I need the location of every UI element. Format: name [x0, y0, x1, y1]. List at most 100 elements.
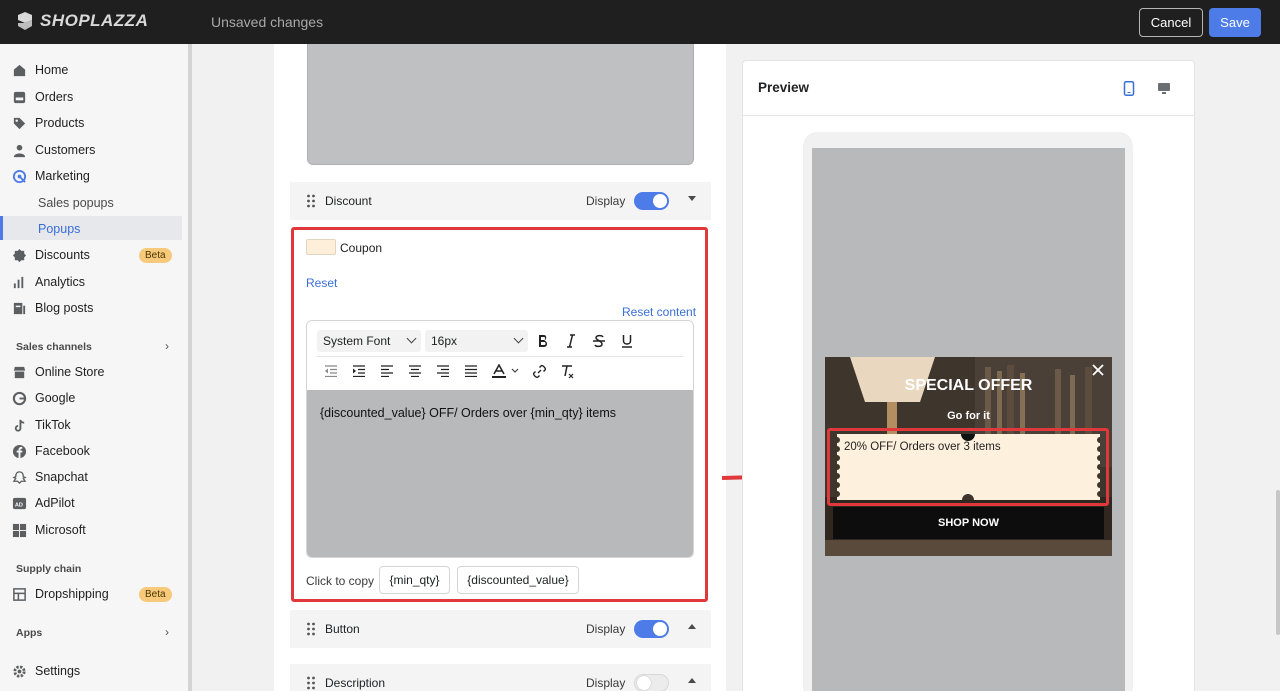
display-toggle[interactable] — [634, 620, 669, 638]
strikethrough-icon[interactable] — [590, 332, 608, 350]
button-section-header[interactable]: Button Display — [290, 610, 711, 648]
display-toggle[interactable] — [634, 192, 669, 210]
font-size-select[interactable]: 16px — [425, 330, 528, 352]
close-icon[interactable] — [1091, 363, 1105, 377]
sidebar-item-microsoft[interactable]: Microsoft — [12, 518, 86, 542]
reset-link[interactable]: Reset — [306, 276, 337, 290]
facebook-icon — [12, 444, 27, 458]
drag-handle-icon[interactable] — [306, 676, 316, 690]
adpilot-icon: AD — [12, 497, 27, 509]
discount-section-header[interactable]: Discount Display — [290, 182, 711, 220]
sidebar-subitem-popups[interactable]: Popups — [38, 222, 80, 236]
rte-toolbar: System Font 16px — [307, 321, 693, 390]
coupon-label: Coupon — [340, 241, 383, 255]
display-label: Display — [586, 676, 626, 690]
sidebar-subitem-sales-popups[interactable]: Sales popups — [38, 196, 114, 210]
sidebar-item-customers[interactable]: Customers — [12, 138, 95, 162]
sidebar-item-dropshipping[interactable]: Dropshipping — [12, 582, 109, 606]
align-justify-icon[interactable] — [462, 362, 480, 380]
sidebar-item-orders[interactable]: Orders — [12, 85, 73, 109]
font-family-value: System Font — [323, 334, 391, 348]
rte-content-area[interactable]: {discounted_value} OFF/ Orders over {min… — [307, 390, 693, 557]
toolbar-divider — [317, 356, 683, 357]
link-icon[interactable] — [530, 362, 548, 380]
save-button[interactable]: Save — [1209, 8, 1261, 37]
bold-icon[interactable] — [534, 332, 552, 350]
text-color-icon[interactable] — [490, 362, 508, 380]
sidebar-item-online-store[interactable]: Online Store — [12, 360, 104, 384]
drag-handle-icon[interactable] — [306, 194, 316, 208]
sidebar-item-blog-posts[interactable]: Blog posts — [12, 296, 93, 320]
sidebar-item-label: AdPilot — [35, 496, 75, 510]
page-scrollbar[interactable] — [1276, 490, 1280, 635]
clear-format-icon[interactable] — [558, 362, 576, 380]
copy-chip-min-qty[interactable]: {min_qty} — [379, 566, 450, 594]
sidebar-item-label: Customers — [35, 143, 96, 157]
sidebar-item-google[interactable]: Google — [12, 386, 75, 410]
sidebar-item-label: Orders — [35, 90, 74, 104]
brand-logo: SHOPLAZZA — [16, 11, 148, 31]
image-placeholder[interactable] — [307, 44, 694, 165]
sidebar-item-products[interactable]: Products — [12, 111, 84, 135]
display-label: Display — [586, 194, 626, 208]
analytics-icon — [13, 276, 24, 288]
mobile-view-icon[interactable] — [1123, 81, 1135, 96]
indent-icon[interactable] — [350, 362, 368, 380]
chevron-right-icon[interactable]: › — [165, 625, 169, 639]
sidebar-item-facebook[interactable]: Facebook — [12, 439, 90, 463]
preview-title: Preview — [758, 80, 810, 95]
sidebar-item-analytics[interactable]: Analytics — [12, 270, 85, 294]
sidebar-item-label: Facebook — [35, 444, 90, 458]
svg-text:AD: AD — [15, 502, 23, 508]
popup-highlight-frame — [827, 428, 1109, 506]
align-right-icon[interactable] — [434, 362, 452, 380]
shop-now-button[interactable]: SHOP NOW — [833, 507, 1104, 539]
italic-icon[interactable] — [562, 332, 580, 350]
unsaved-status: Unsaved changes — [211, 14, 324, 30]
section-title: Description — [325, 676, 386, 690]
toggle-knob — [637, 676, 651, 690]
sidebar-item-home[interactable]: Home — [12, 58, 68, 82]
caret-up-icon[interactable] — [688, 624, 696, 629]
sidebar-active-indicator — [0, 216, 182, 240]
drag-handle-icon[interactable] — [306, 622, 316, 636]
rich-text-editor: System Font 16px {discounted_value} OFF/… — [306, 320, 694, 558]
sidebar-item-settings[interactable]: Settings — [12, 659, 80, 683]
reset-content-link[interactable]: Reset content — [622, 305, 696, 319]
caret-down-icon[interactable] — [688, 196, 696, 201]
sidebar-item-label: TikTok — [35, 418, 71, 432]
coupon-color-swatch[interactable] — [306, 239, 336, 255]
toggle-knob — [653, 622, 667, 636]
underline-icon[interactable] — [618, 332, 636, 350]
cancel-button[interactable]: Cancel — [1139, 8, 1203, 37]
snapchat-icon — [12, 470, 27, 484]
logo-mark-icon — [18, 12, 32, 30]
chevron-right-icon[interactable]: › — [165, 339, 169, 353]
person-icon — [13, 144, 26, 157]
discount-template-text: {discounted_value} OFF/ Orders over {min… — [320, 406, 616, 420]
sidebar-item-label: Marketing — [35, 169, 90, 183]
sidebar-item-label: Products — [35, 116, 85, 130]
display-toggle[interactable] — [634, 674, 669, 691]
sidebar-item-snapchat[interactable]: Snapchat — [12, 465, 88, 489]
align-center-icon[interactable] — [406, 362, 424, 380]
font-family-select[interactable]: System Font — [317, 330, 421, 352]
tiktok-icon — [14, 419, 25, 432]
sidebar-item-tiktok[interactable]: TikTok — [12, 413, 71, 437]
store-icon — [13, 366, 26, 378]
sidebar-item-marketing[interactable]: Marketing — [12, 164, 90, 188]
sidebar-item-adpilot[interactable]: AD AdPilot — [12, 491, 75, 515]
marketing-icon — [12, 169, 27, 183]
chevron-down-icon[interactable] — [510, 362, 520, 380]
copy-chip-discounted-value[interactable]: {discounted_value} — [457, 566, 579, 594]
sidebar-item-label: Microsoft — [35, 523, 86, 537]
toggle-knob — [653, 194, 667, 208]
description-section-header[interactable]: Description Display — [290, 664, 711, 691]
preview-divider — [743, 115, 1194, 116]
caret-up-icon[interactable] — [688, 678, 696, 683]
sidebar-item-discounts[interactable]: Discounts — [12, 243, 90, 267]
align-left-icon[interactable] — [378, 362, 396, 380]
home-icon — [13, 64, 26, 76]
outdent-icon[interactable] — [322, 362, 340, 380]
desktop-view-icon[interactable] — [1157, 82, 1171, 95]
